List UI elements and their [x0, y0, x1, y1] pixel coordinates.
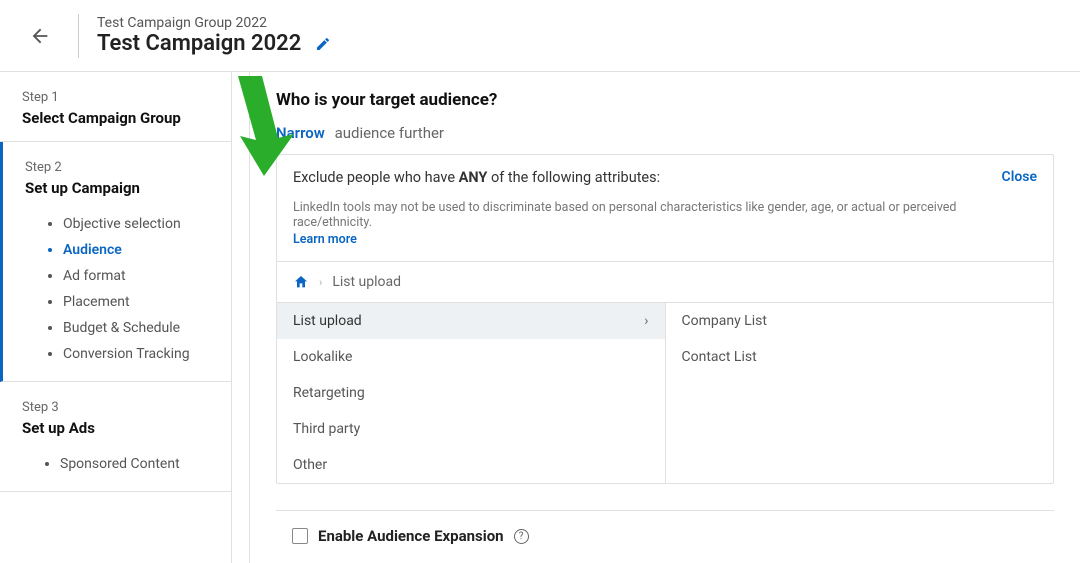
campaign-name: Test Campaign 2022 [97, 31, 301, 56]
option-lookalike[interactable]: Lookalike [277, 339, 665, 375]
step-title: Select Campaign Group [22, 109, 209, 127]
option-other[interactable]: Other [277, 447, 665, 483]
step-label: Step 1 [22, 90, 209, 105]
back-button[interactable] [20, 16, 60, 56]
option-company-list[interactable]: Company List [666, 303, 1054, 339]
annotation-arrow [218, 76, 298, 176]
chevron-right-icon: › [319, 276, 322, 289]
step-2-block: Step 2 Set up Campaign Objective selecti… [0, 142, 231, 382]
narrow-row: Narrow audience further [276, 124, 1054, 142]
narrow-text: audience further [335, 124, 444, 142]
chevron-right-icon: › [644, 313, 648, 329]
pencil-icon[interactable] [315, 36, 331, 52]
home-icon[interactable] [293, 274, 309, 290]
step-label: Step 2 [25, 160, 209, 175]
sidebar-item-placement[interactable]: Placement [63, 289, 209, 315]
breadcrumb: › List upload [277, 261, 1053, 302]
sidebar-item-conversion[interactable]: Conversion Tracking [63, 341, 209, 367]
expansion-label: Enable Audience Expansion [318, 527, 504, 545]
exclude-heading: Exclude people who have ANY of the follo… [293, 169, 660, 186]
step-1-block[interactable]: Step 1 Select Campaign Group [0, 72, 231, 142]
disclaimer-text: LinkedIn tools may not be used to discri… [277, 190, 1053, 261]
exclude-panel: Exclude people who have ANY of the follo… [276, 154, 1054, 484]
sidebar-item-audience[interactable]: Audience [63, 237, 209, 263]
sidebar-item-sponsored[interactable]: Sponsored Content [60, 451, 209, 477]
app-header: Test Campaign Group 2022 Test Campaign 2… [0, 0, 1080, 72]
step-label: Step 3 [22, 400, 209, 415]
step-title: Set up Ads [22, 419, 209, 437]
learn-more-link[interactable]: Learn more [293, 232, 1037, 247]
sidebar-item-objective[interactable]: Objective selection [63, 211, 209, 237]
breadcrumb-item: List upload [332, 274, 401, 290]
header-titles: Test Campaign Group 2022 Test Campaign 2… [97, 15, 331, 56]
section-heading: Who is your target audience? [276, 90, 1054, 110]
campaign-group-name: Test Campaign Group 2022 [97, 15, 331, 31]
expansion-row: Enable Audience Expansion ? [276, 510, 1054, 545]
option-contact-list[interactable]: Contact List [666, 339, 1054, 375]
sidebar-item-budget[interactable]: Budget & Schedule [63, 315, 209, 341]
main-content: Who is your target audience? Narrow audi… [250, 72, 1080, 563]
category-list: List upload › Lookalike Retargeting Thir… [277, 303, 666, 483]
option-third-party[interactable]: Third party [277, 411, 665, 447]
step-title: Set up Campaign [25, 179, 209, 197]
option-retargeting[interactable]: Retargeting [277, 375, 665, 411]
expansion-checkbox[interactable] [292, 528, 308, 544]
divider [78, 14, 79, 58]
close-button[interactable]: Close [1002, 169, 1037, 186]
help-icon[interactable]: ? [514, 529, 529, 544]
step-3-block[interactable]: Step 3 Set up Ads Sponsored Content [0, 382, 231, 492]
arrow-left-icon [29, 25, 51, 47]
option-list-upload[interactable]: List upload › [277, 303, 665, 339]
sidebar-item-ad-format[interactable]: Ad format [63, 263, 209, 289]
sidebar: Step 1 Select Campaign Group Step 2 Set … [0, 72, 232, 563]
subcategory-list: Company List Contact List [666, 303, 1054, 483]
